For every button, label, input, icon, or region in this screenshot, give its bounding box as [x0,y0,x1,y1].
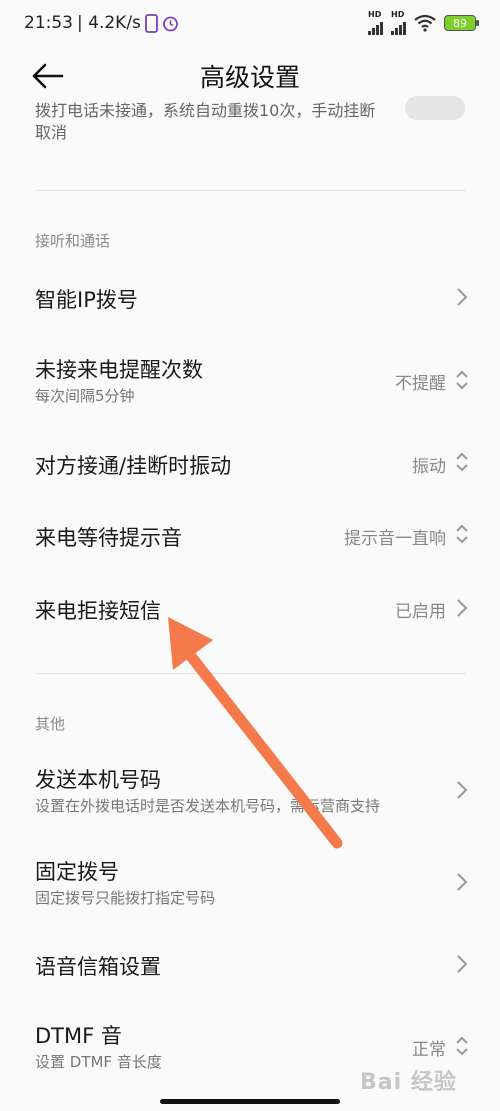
up-down-arrow-icon [456,370,468,390]
page-title: 高级设置 [199,63,300,92]
row-title: 对方接通/挂断时振动 [35,454,232,478]
row-subtitle: 设置 DTMF 音长度 [35,1053,162,1071]
row-title: 智能IP拨号 [35,288,138,312]
row-title: 语音信箱设置 [35,955,161,979]
hd-label-1: HD [368,10,382,19]
status-time: 21:53 [24,13,73,33]
up-down-arrow-icon [456,1036,468,1056]
divider [35,190,466,191]
signal-bars-icon [391,19,406,35]
up-down-arrow-icon [456,452,468,472]
row-value: 不提醒 [395,374,446,394]
row-subtitle: 设置在外拨电话时是否发送本机号码，需运营商支持 [35,797,381,815]
section-label-answer-call: 接听和通话 [35,232,111,250]
row-title: 发送本机号码 [35,768,161,792]
call-waiting-tone-item[interactable]: 来电等待提示音 提示音一直响 [0,500,500,570]
home-indicator[interactable] [160,1099,340,1104]
up-down-arrow-icon [456,524,468,544]
chevron-right-icon [457,873,468,891]
chevron-right-icon [457,288,468,306]
row-title: 未接来电提醒次数 [35,358,203,382]
signal-1: HD [368,11,383,35]
row-title: 固定拨号 [35,860,119,884]
chevron-right-icon [457,955,468,973]
alarm-icon [163,16,178,31]
row-subtitle: 每次间隔5分钟 [35,387,135,405]
row-value: 振动 [412,457,446,477]
auto-redial-description: 拨打电话未接通，系统自动重拨10次，手动挂断取消 [35,101,376,142]
row-title: 来电等待提示音 [35,526,182,550]
watermark-logo: Bai 经验 [360,1070,457,1095]
chevron-right-icon [457,599,468,617]
divider [35,673,466,674]
missed-call-reminder-item[interactable]: 未接来电提醒次数 每次间隔5分钟 不提醒 [0,342,500,422]
smart-ip-dial-item[interactable]: 智能IP拨号 [0,262,500,332]
row-title: DTMF 音 [35,1024,122,1048]
auto-redial-toggle[interactable] [405,96,465,120]
row-value: 提示音一直响 [344,529,446,549]
reject-call-sms-item[interactable]: 来电拒接短信 已启用 [0,573,500,643]
connect-hangup-vibrate-item[interactable]: 对方接通/挂断时振动 振动 [0,428,500,498]
battery-icon: 89 [444,15,479,31]
row-value: 正常 [412,1040,446,1060]
status-bar: 21:53 | 4.2K/s HD HD 89 [0,0,500,46]
voicemail-settings-item[interactable]: 语音信箱设置 [0,929,500,999]
signal-bars-icon [368,19,383,35]
section-label-other: 其他 [35,715,66,733]
row-subtitle: 固定拨号只能拨打指定号码 [35,889,216,907]
hd-label-2: HD [391,10,405,19]
wifi-icon [414,14,436,32]
back-arrow-icon[interactable] [30,60,66,92]
battery-level: 89 [453,16,467,30]
row-title: 来电拒接短信 [35,599,161,623]
phone-icon [145,13,158,33]
status-left: 21:53 | 4.2K/s [24,13,179,33]
send-own-number-item[interactable]: 发送本机号码 设置在外拨电话时是否发送本机号码，需运营商支持 [0,752,500,832]
fixed-dialing-item[interactable]: 固定拨号 固定拨号只能拨打指定号码 [0,844,500,924]
signal-2: HD [391,11,406,35]
network-speed: | 4.2K/s [77,13,141,33]
row-value: 已启用 [395,602,446,622]
chevron-right-icon [457,781,468,799]
status-right: HD HD 89 [368,11,479,35]
